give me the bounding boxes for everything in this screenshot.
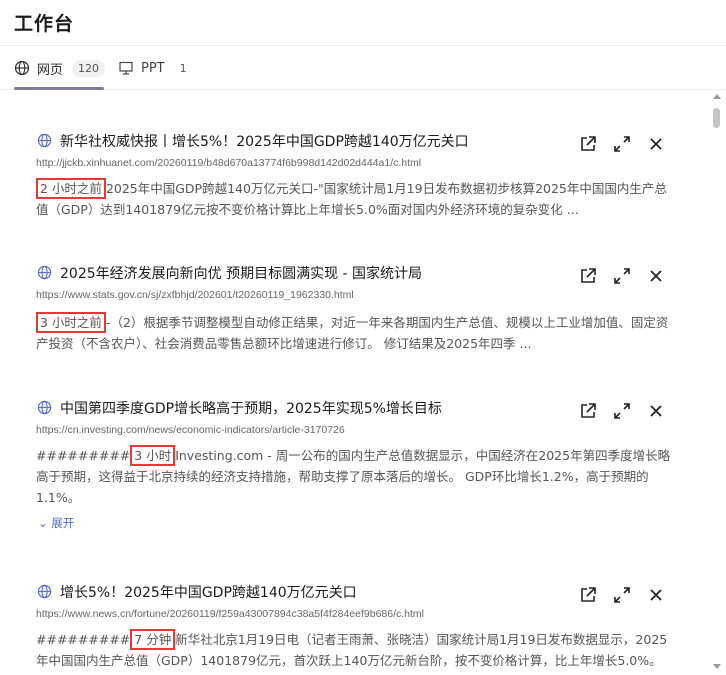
tab-ppt[interactable]: PPT 1 [118, 46, 193, 90]
result-url[interactable]: http://jjckb.xinhuanet.com/20260119/b48d… [36, 157, 421, 169]
presentation-icon [119, 61, 133, 75]
page-title: 工作台 [14, 13, 75, 35]
tab-ppt-label: PPT [141, 60, 165, 76]
tab-web[interactable]: 网页 120 [14, 46, 106, 90]
expand-link[interactable]: ⌄ 展开 [38, 515, 74, 531]
workbench-header: 工作台 [0, 0, 726, 46]
snippet-text: 2025年中国GDP跨越140万亿元关口-"国家统计局1月19日发布数据初步核算… [36, 181, 667, 217]
results-list[interactable]: 新华社权威快报丨增长5%！2025年中国GDP跨越140万亿元关口 http:/… [0, 90, 710, 675]
result-snippet: 2 小时之前 2025年中国GDP跨越140万亿元关口-"国家统计局1月19日发布… [36, 178, 672, 220]
expand-icon[interactable] [613, 402, 631, 420]
scrollbar-thumb[interactable] [713, 108, 720, 128]
tab-web-count: 120 [72, 59, 106, 77]
expand-icon[interactable] [613, 135, 631, 153]
expand-icon[interactable] [613, 586, 631, 604]
expand-icon[interactable] [613, 267, 631, 285]
tab-ppt-count: 1 [179, 61, 187, 75]
tab-bar: 网页 120 PPT 1 [0, 46, 726, 90]
external-link-icon[interactable] [579, 135, 597, 153]
result-title[interactable]: 2025年经济发展向新向优 预期目标圆满实现 - 国家统计局 [60, 263, 422, 283]
chevron-down-icon: ⌄ [38, 516, 48, 530]
time-badge: 3 小时 [130, 445, 176, 466]
result-snippet: ######### 3 小时 Investing.com - 周一公布的国内生产总值… [36, 445, 672, 508]
scroll-up-icon[interactable] [713, 94, 721, 99]
result-actions [579, 267, 681, 285]
result-title[interactable]: 中国第四季度GDP增长略高于预期，2025年实现5%增长目标 [60, 398, 442, 418]
close-icon[interactable] [647, 586, 665, 604]
globe-icon [37, 265, 52, 280]
close-icon[interactable] [647, 267, 665, 285]
result-url[interactable]: https://www.stats.gov.cn/sj/zxfbhjd/2026… [36, 289, 354, 301]
result-snippet: 3 小时之前 -（2）根据季节调整模型自动修正结果，对近一年来各期国内生产总值、规… [36, 312, 672, 354]
time-badge: 3 小时之前 [36, 312, 106, 333]
tab-web-label: 网页 [37, 62, 64, 78]
result-snippet: ######### 7 分钟 新华社北京1月19日电（记者王雨萧、张晓洁）国家统计局… [36, 629, 672, 671]
result-title[interactable]: 增长5%！2025年中国GDP跨越140万亿元关口 [60, 582, 357, 602]
close-icon[interactable] [647, 402, 665, 420]
globe-icon [37, 133, 52, 148]
external-link-icon[interactable] [579, 586, 597, 604]
result-actions [579, 586, 681, 604]
scroll-down-icon[interactable] [713, 664, 721, 669]
external-link-icon[interactable] [579, 267, 597, 285]
snippet-text: -（2）根据季节调整模型自动修正结果，对近一年来各期国内生产总值、规模以上工业增… [36, 315, 669, 351]
vertical-scrollbar[interactable] [711, 94, 723, 672]
close-icon[interactable] [647, 135, 665, 153]
external-link-icon[interactable] [579, 402, 597, 420]
result-url[interactable]: https://www.news.cn/fortune/20260119/f25… [36, 608, 424, 620]
result-title[interactable]: 新华社权威快报丨增长5%！2025年中国GDP跨越140万亿元关口 [60, 131, 469, 151]
globe-icon [37, 400, 52, 415]
snippet-prefix: ######### [36, 448, 131, 463]
result-actions [579, 135, 681, 153]
snippet-prefix: ######### [36, 632, 131, 647]
time-badge: 7 分钟 [130, 629, 176, 650]
result-actions [579, 402, 681, 420]
expand-label: 展开 [51, 516, 75, 530]
globe-icon [14, 60, 30, 76]
result-url[interactable]: https://cn.investing.com/news/economic-i… [36, 424, 345, 436]
globe-icon [37, 584, 52, 599]
time-badge: 2 小时之前 [36, 178, 106, 199]
